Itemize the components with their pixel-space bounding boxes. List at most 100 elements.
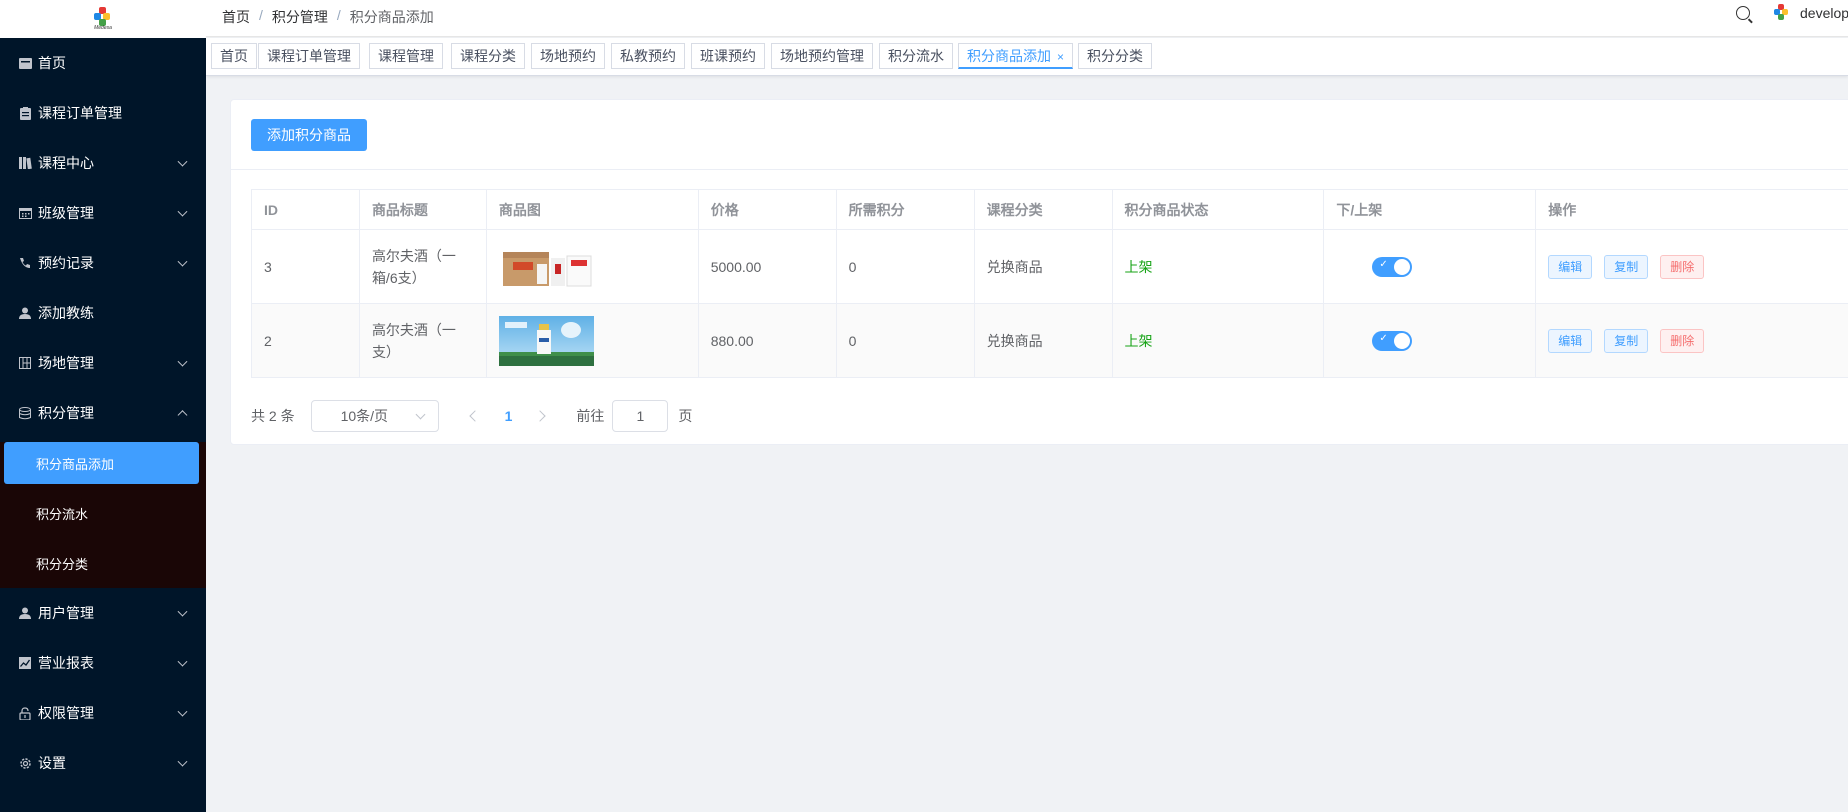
tags-view: 首页 课程订单管理 课程管理 课程分类 场地预约 私教预约 班课预约 场地预约管… [206, 38, 1848, 76]
sidebar-item-user-management[interactable]: 用户管理 [0, 588, 206, 638]
cell-price: 5000.00 [698, 230, 837, 304]
sidebar-item-label: 首页 [38, 55, 66, 71]
goto-page-input[interactable]: 1 [612, 400, 669, 432]
cell-status: 上架 [1112, 304, 1325, 378]
product-image[interactable] [498, 315, 594, 366]
pagination: 共 2 条 10条/页 1 前往 1 页 [251, 400, 692, 432]
add-points-product-button[interactable]: 添加积分商品 [251, 119, 367, 151]
breadcrumb-item-home[interactable]: 首页 [222, 7, 250, 27]
sidebar-item-settings[interactable]: 设置 [0, 738, 206, 788]
cell-shelf [1324, 230, 1537, 304]
header-right: develop [1736, 4, 1848, 22]
sidebar-item-home[interactable]: 首页 [0, 38, 206, 88]
breadcrumb-item-points[interactable]: 积分管理 [272, 7, 328, 27]
column-header-status: 积分商品状态 [1112, 190, 1325, 230]
sidebar-item-class-management[interactable]: 班级管理 [0, 188, 206, 238]
edit-button[interactable]: 编辑 [1548, 254, 1593, 279]
sidebar-subitem-points-product-add[interactable]: 积分商品添加 [4, 442, 199, 484]
shelf-toggle[interactable] [1372, 256, 1413, 277]
product-image[interactable] [498, 241, 594, 292]
products-table: ID 商品标题 商品图 价格 所需积分 课程分类 积分商品状态 下/上架 操作 … [251, 189, 1848, 378]
pagination-total: 共 2 条 [251, 408, 295, 424]
chevron-down-icon [177, 756, 188, 767]
sidebar-item-permission-management[interactable]: 权限管理 [0, 688, 206, 738]
user-icon [18, 606, 32, 620]
breadcrumb-separator: / [259, 7, 263, 23]
calendar-icon [18, 206, 32, 220]
tag-venue-booking[interactable]: 场地预约 [531, 43, 605, 69]
sidebar-item-label: 用户管理 [38, 605, 94, 621]
cell-image [486, 304, 699, 378]
tag-venue-booking-management[interactable]: 场地预约管理 [771, 43, 873, 69]
close-icon[interactable]: × [1057, 50, 1064, 64]
sidebar: Medesa 首页 课程订单管理 课程中心 班级管理 预约记录 添加教练 场地管… [0, 0, 206, 812]
tag-course-orders[interactable]: 课程订单管理 [258, 43, 360, 69]
tag-points-product-add[interactable]: 积分商品添加 × [958, 43, 1074, 69]
sidebar-item-points-management[interactable]: 积分管理 [0, 388, 206, 438]
cell-price: 880.00 [698, 304, 837, 378]
logo-mark: Medesa [90, 7, 116, 31]
tag-points-flow[interactable]: 积分流水 [879, 43, 953, 69]
sidebar-item-label: 预约记录 [38, 255, 94, 271]
tag-class-booking[interactable]: 班课预约 [691, 43, 765, 69]
page-number-current[interactable]: 1 [505, 408, 513, 424]
sidebar-item-label: 权限管理 [38, 705, 94, 721]
copy-button[interactable]: 复制 [1604, 328, 1649, 353]
page-size-select[interactable]: 10条/页 [310, 400, 439, 432]
phone-icon [18, 256, 32, 270]
breadcrumb: 首页 / 积分管理 / 积分商品添加 [222, 7, 434, 27]
logo[interactable]: Medesa [0, 0, 206, 38]
table-row: 3 高尔夫酒（一箱/6支） 5000.00 0 兑换商品 上架 ✓ 编辑 复制 … [252, 230, 1848, 304]
edit-button[interactable]: 编辑 [1548, 328, 1593, 353]
tag-course-management[interactable]: 课程管理 [369, 43, 443, 69]
user-icon [18, 306, 32, 320]
tag-course-category[interactable]: 课程分类 [451, 43, 525, 69]
next-page-button[interactable] [534, 410, 547, 422]
sidebar-subitem-points-category[interactable]: 积分分类 [0, 538, 206, 588]
cell-id: 2 [252, 304, 360, 378]
chevron-down-icon [177, 656, 188, 667]
sidebar-item-course-orders[interactable]: 课程订单管理 [0, 88, 206, 138]
gear-icon [18, 756, 32, 770]
search-icon[interactable] [1736, 6, 1750, 20]
sidebar-item-add-coach[interactable]: 添加教练 [0, 288, 206, 338]
chevron-down-icon [177, 256, 188, 267]
chevron-down-icon [177, 156, 188, 167]
sidebar-item-business-report[interactable]: 营业报表 [0, 638, 206, 688]
database-icon [18, 406, 32, 420]
clipboard-icon [18, 106, 32, 120]
chevron-down-icon [177, 606, 188, 617]
column-header-price: 价格 [698, 190, 837, 230]
shelf-toggle[interactable] [1372, 330, 1413, 351]
sidebar-item-booking-records[interactable]: 预约记录 [0, 238, 206, 288]
chevron-down-icon [177, 206, 188, 217]
chevron-down-icon [177, 706, 188, 717]
lock-icon [18, 706, 32, 720]
sidebar-item-course-center[interactable]: 课程中心 [0, 138, 206, 188]
table-header-row: ID 商品标题 商品图 价格 所需积分 课程分类 积分商品状态 下/上架 操作 [252, 190, 1848, 230]
tag-points-category[interactable]: 积分分类 [1078, 43, 1152, 69]
delete-button[interactable]: 删除 [1660, 328, 1705, 353]
sidebar-item-venue-management[interactable]: 场地管理 [0, 338, 206, 388]
avatar[interactable] [1772, 4, 1790, 22]
delete-button[interactable]: 删除 [1660, 254, 1705, 279]
cell-points: 0 [836, 304, 975, 378]
points-submenu: 积分商品添加 积分流水 积分分类 [0, 442, 206, 588]
table-row: 2 高尔夫酒（一支） 880.00 0 兑换商品 上架 ✓ 编辑 复制 删除 [252, 304, 1848, 378]
sidebar-item-label: 积分管理 [38, 405, 94, 421]
chevron-up-icon [177, 410, 188, 421]
sidebar-item-label: 课程中心 [38, 155, 94, 171]
sidebar-subitem-points-flow[interactable]: 积分流水 [0, 488, 206, 538]
sidebar-item-label: 班级管理 [38, 205, 94, 221]
cell-category: 兑换商品 [974, 230, 1113, 304]
tag-private-booking[interactable]: 私教预约 [611, 43, 685, 69]
prev-page-button[interactable] [468, 410, 481, 422]
column-header-category: 课程分类 [974, 190, 1113, 230]
chevron-down-icon [177, 356, 188, 367]
sidebar-item-label: 设置 [38, 755, 66, 771]
username[interactable]: develop [1800, 5, 1848, 21]
copy-button[interactable]: 复制 [1604, 254, 1649, 279]
cell-image [486, 230, 699, 304]
breadcrumb-item-current: 积分商品添加 [349, 9, 434, 25]
tag-home[interactable]: 首页 [211, 43, 257, 69]
